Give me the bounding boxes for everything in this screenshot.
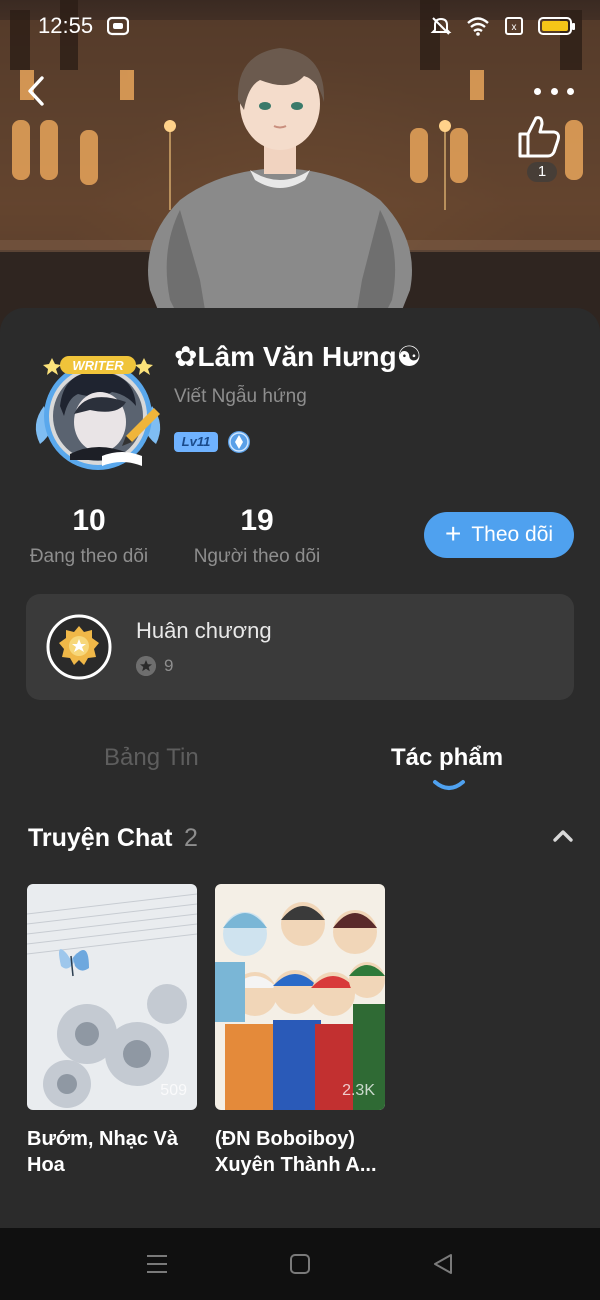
plus-icon: + — [444, 517, 462, 549]
story-title[interactable]: Bướm, Nhạc Và Hoa — [27, 1126, 207, 1178]
home-square-icon[interactable] — [289, 1253, 311, 1275]
battery-icon — [538, 17, 575, 35]
like-count: 1 — [527, 162, 557, 182]
back-triangle-icon[interactable] — [432, 1252, 454, 1276]
menu-lines-icon[interactable] — [146, 1252, 168, 1276]
story-views: 509 — [160, 1082, 187, 1099]
medals-card[interactable]: Huân chương 9 — [26, 594, 574, 700]
star-icon — [136, 656, 156, 676]
following-count: 10 — [72, 504, 106, 537]
profile-sheet: WRITER ✿Lâm Văn Hưng☯ Viết Ngẫu hứng Lv1… — [0, 308, 600, 1228]
story-card[interactable]: 2.3K (ĐN Boboiboy) Xuyên Thành A... — [215, 884, 385, 1178]
chevron-up-icon[interactable] — [552, 828, 574, 844]
tab-works[interactable]: Tác phẩm — [391, 744, 503, 772]
avatar-badge-label: WRITER — [72, 358, 124, 373]
medal-icon — [46, 614, 112, 680]
follow-button[interactable]: + Theo dõi — [424, 512, 574, 558]
status-time: 12:55 — [38, 13, 94, 38]
more-options-button[interactable] — [534, 84, 574, 98]
followers-stat[interactable]: 19 Người theo dõi — [190, 504, 324, 568]
story-cover[interactable]: 509 — [27, 884, 197, 1110]
medals-count: 9 — [164, 656, 174, 675]
followers-label: Người theo dõi — [193, 546, 321, 567]
story-cover[interactable]: 2.3K — [215, 884, 385, 1110]
system-nav-bar — [0, 1228, 600, 1300]
medals-title: Huân chương — [136, 618, 272, 643]
profile-bio: Viết Ngẫu hứng — [174, 386, 307, 407]
tab-feed[interactable]: Bảng Tin — [104, 744, 199, 772]
cover-butterfly-flowers — [27, 884, 197, 1110]
avatar[interactable]: WRITER — [30, 344, 166, 474]
svg-text:x: x — [512, 22, 517, 33]
cover-character-illustration — [148, 48, 412, 340]
back-arrow-icon[interactable] — [22, 74, 52, 108]
notification-app-icon — [107, 16, 130, 36]
follow-button-label: Theo dõi — [471, 523, 554, 546]
status-bar: 12:55 x — [0, 0, 600, 52]
level-badge: Lv11 — [174, 432, 218, 452]
following-stat[interactable]: 10 Đang theo dõi — [26, 504, 152, 568]
following-label: Đang theo dõi — [29, 546, 149, 567]
sim-icon: x — [505, 17, 523, 35]
wifi-icon — [467, 17, 489, 36]
story-title[interactable]: (ĐN Boboiboy) Xuyên Thành A... — [215, 1126, 395, 1178]
followers-count: 19 — [240, 504, 274, 537]
story-views: 2.3K — [342, 1082, 375, 1099]
cover-boboiboy-characters — [215, 884, 385, 1110]
mute-icon — [430, 17, 452, 35]
section-title: Truyện Chat — [28, 824, 173, 852]
story-card[interactable]: 509 Bướm, Nhạc Và Hoa — [27, 884, 197, 1178]
medals-count-row: 9 — [136, 656, 173, 676]
profile-cover: 12:55 x 1 — [0, 0, 600, 340]
active-tab-indicator — [433, 780, 465, 790]
profile-name: ✿Lâm Văn Hưng☯ — [174, 341, 422, 372]
more-dots-icon — [534, 87, 541, 95]
section-count: 2 — [184, 824, 198, 852]
thumbs-up-icon[interactable] — [514, 112, 564, 162]
gem-badge-icon — [228, 431, 250, 453]
